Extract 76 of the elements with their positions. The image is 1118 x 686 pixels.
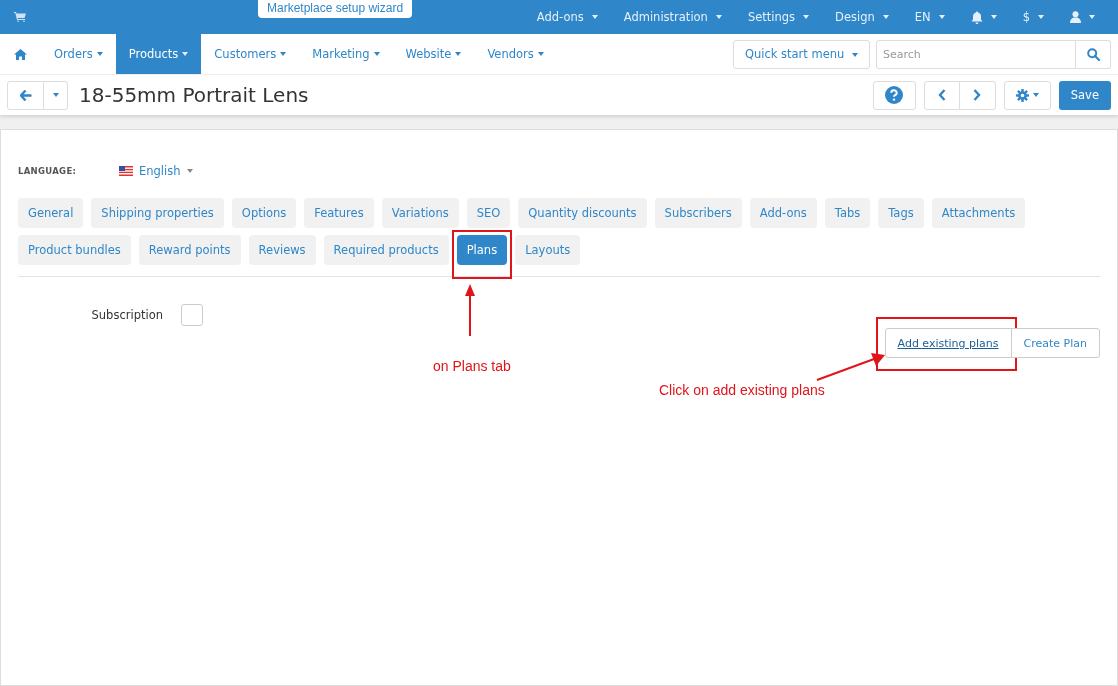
language-selector[interactable]: English bbox=[119, 164, 193, 178]
caret-icon bbox=[803, 15, 810, 19]
previous-button[interactable] bbox=[923, 80, 960, 110]
chevron-right-icon bbox=[973, 89, 982, 101]
tab[interactable]: Reward points bbox=[138, 235, 241, 265]
caret-icon bbox=[938, 15, 945, 19]
tab[interactable]: Quantity discounts bbox=[518, 198, 647, 228]
caret-icon bbox=[537, 52, 544, 56]
tab[interactable]: Product bundles bbox=[18, 235, 131, 265]
nav-menu-item[interactable]: Vendors bbox=[474, 34, 557, 74]
arrow-left-icon bbox=[19, 89, 32, 101]
caret-icon bbox=[591, 15, 598, 19]
search-field[interactable]: Search bbox=[876, 39, 1076, 69]
top-menu-item[interactable]: EN bbox=[901, 10, 958, 24]
flag-icon bbox=[119, 166, 133, 176]
tab[interactable]: Add-ons bbox=[749, 198, 817, 228]
help-button[interactable] bbox=[872, 80, 916, 110]
tab[interactable]: Attachments bbox=[931, 198, 1026, 228]
plan-button[interactable]: Create Plan bbox=[1010, 328, 1100, 358]
caret-icon bbox=[1089, 15, 1095, 19]
tab[interactable]: Variations bbox=[381, 198, 459, 228]
caret-icon bbox=[882, 15, 889, 19]
top-menu-item[interactable]: Add-ons bbox=[523, 10, 611, 24]
caret-icon bbox=[373, 52, 380, 56]
caret-icon bbox=[96, 52, 103, 56]
nav-menu-item[interactable]: Website bbox=[392, 34, 475, 74]
tab[interactable]: Shipping properties bbox=[91, 198, 224, 228]
bell-icon bbox=[970, 10, 983, 24]
back-button[interactable] bbox=[7, 80, 44, 110]
tab[interactable]: Features bbox=[304, 198, 374, 228]
caret-icon bbox=[455, 52, 462, 56]
caret-icon bbox=[280, 52, 287, 56]
next-button[interactable] bbox=[959, 80, 996, 110]
caret-icon bbox=[715, 15, 722, 19]
nav-menu-item[interactable]: Customers bbox=[201, 34, 300, 74]
save-button[interactable]: Save bbox=[1058, 80, 1111, 110]
tab[interactable]: SEO bbox=[466, 198, 511, 228]
annotation-text: on Plans tab bbox=[433, 358, 511, 374]
tab[interactable]: Tags bbox=[878, 198, 924, 228]
quick-start-menu-button[interactable]: Quick start menu bbox=[732, 39, 870, 69]
subscription-checkbox[interactable] bbox=[181, 304, 203, 326]
gear-icon bbox=[1015, 88, 1029, 102]
tab[interactable]: General bbox=[18, 198, 84, 228]
caret-icon bbox=[1038, 15, 1044, 19]
top-menu-item[interactable]: Administration bbox=[610, 10, 735, 24]
tab[interactable]: Required products bbox=[323, 235, 449, 265]
annotation-arrow bbox=[816, 352, 886, 382]
top-menu-item[interactable]: Settings bbox=[734, 10, 823, 24]
subscription-label: Subscription bbox=[90, 308, 163, 322]
nav-menu-item[interactable]: Marketing bbox=[299, 34, 393, 74]
annotation-arrow bbox=[465, 284, 475, 336]
nav-menu-item[interactable]: Orders bbox=[41, 34, 116, 74]
tab[interactable]: Subscribers bbox=[654, 198, 742, 228]
home-icon[interactable] bbox=[14, 48, 27, 60]
tab[interactable]: Layouts bbox=[515, 235, 581, 265]
language-label: LANGUAGE: bbox=[18, 166, 78, 176]
caret-icon bbox=[182, 52, 189, 56]
annotation-text: Click on add existing plans bbox=[659, 382, 825, 398]
page-title: 18-55mm Portrait Lens bbox=[79, 83, 309, 107]
top-menu-item[interactable]: Design bbox=[822, 10, 902, 24]
help-icon bbox=[885, 86, 904, 104]
tab[interactable]: Reviews bbox=[248, 235, 316, 265]
tab[interactable]: Options bbox=[231, 198, 297, 228]
search-button[interactable] bbox=[1076, 39, 1111, 69]
nav-menu-item[interactable]: Products bbox=[115, 34, 202, 74]
search-icon bbox=[1086, 47, 1100, 61]
cart-icon[interactable] bbox=[14, 12, 26, 22]
user-icon bbox=[1070, 11, 1081, 23]
chevron-left-icon bbox=[937, 89, 946, 101]
caret-icon bbox=[990, 15, 997, 19]
top-menu-item[interactable]: $ bbox=[1009, 10, 1057, 24]
tab[interactable]: Tabs bbox=[824, 198, 871, 228]
setup-wizard-button[interactable]: Marketplace setup wizard bbox=[258, 0, 413, 18]
tab[interactable]: Plans bbox=[456, 235, 508, 265]
plan-button[interactable]: Add existing plans bbox=[884, 328, 1012, 358]
settings-button[interactable] bbox=[1003, 80, 1051, 110]
